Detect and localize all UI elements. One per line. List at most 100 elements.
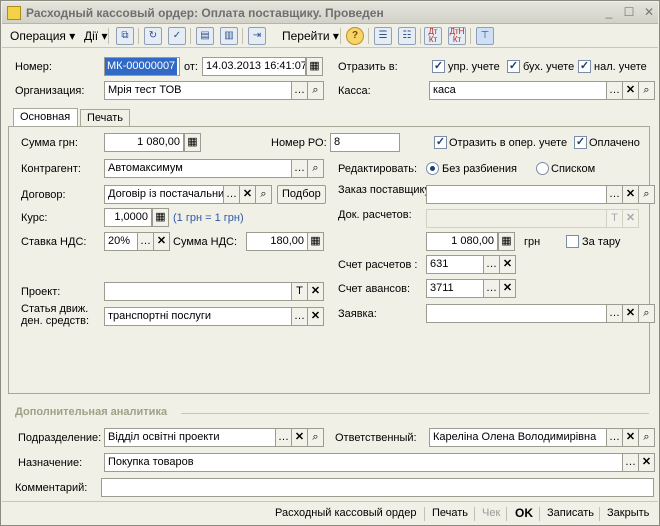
claim-clear-icon[interactable]: ✕: [622, 304, 639, 323]
advance-select-button[interactable]: …: [483, 279, 500, 298]
claim-field[interactable]: [426, 304, 607, 323]
sum-field[interactable]: 1 080,00: [104, 133, 184, 152]
navigate-icon[interactable]: ⇥: [248, 27, 266, 45]
doc-print-button[interactable]: Расходный кассовый ордер: [275, 507, 416, 519]
department-label: Подразделение:: [18, 432, 102, 444]
tab-main[interactable]: Основная: [13, 108, 78, 127]
ok-button[interactable]: OK: [515, 506, 533, 520]
claim-select-button[interactable]: …: [606, 304, 623, 323]
po-number-field[interactable]: 8: [330, 133, 400, 152]
contract-clear-icon[interactable]: ✕: [239, 185, 256, 204]
vat-calculator-icon[interactable]: ▦: [307, 232, 324, 251]
vat-sum-field[interactable]: 180,00: [246, 232, 308, 251]
org-open-icon[interactable]: ⌕: [307, 81, 324, 100]
copy-icon[interactable]: ⧉: [116, 27, 134, 45]
tab-print[interactable]: Печать: [80, 109, 130, 127]
claim-open-icon[interactable]: ⌕: [638, 304, 655, 323]
vat-rate-clear-icon[interactable]: ✕: [153, 232, 170, 251]
cashflow-label-2: ден. средств:: [21, 315, 90, 327]
number-field[interactable]: МК-00000007: [104, 57, 180, 76]
account-field[interactable]: 631: [426, 255, 484, 274]
upr-checkbox[interactable]: ✓: [432, 60, 445, 73]
dt-kt-icon[interactable]: Дт Кт: [424, 27, 442, 45]
buh-checkbox[interactable]: ✓: [507, 60, 520, 73]
responsible-select-button[interactable]: …: [606, 428, 623, 447]
project-field[interactable]: [104, 282, 292, 301]
department-clear-icon[interactable]: ✕: [291, 428, 308, 447]
advance-clear-icon[interactable]: ✕: [499, 279, 516, 298]
no-split-radio[interactable]: [426, 162, 439, 175]
advance-field[interactable]: 3711: [426, 279, 484, 298]
vat-rate-field[interactable]: 20%: [104, 232, 138, 251]
amount-calculator-icon[interactable]: ▦: [498, 232, 515, 251]
dtn-kt-icon[interactable]: ДтН Кт: [448, 27, 466, 45]
account-select-button[interactable]: …: [483, 255, 500, 274]
podbor-button[interactable]: Подбор: [277, 185, 326, 204]
refresh-icon[interactable]: ↻: [144, 27, 162, 45]
project-text-icon[interactable]: T: [291, 282, 308, 301]
date-field[interactable]: 14.03.2013 16:41:07: [202, 57, 306, 76]
order-clear-icon[interactable]: ✕: [622, 185, 639, 204]
print-button[interactable]: Печать: [432, 507, 468, 519]
structure-icon[interactable]: ▥: [220, 27, 238, 45]
cashflow-clear-icon[interactable]: ✕: [307, 307, 324, 326]
organization-field[interactable]: Мрія тест ТОВ: [104, 81, 292, 100]
paid-checkbox[interactable]: ✓: [574, 136, 587, 149]
cashflow-field[interactable]: транспортні послуги: [104, 307, 292, 326]
tree-structure-icon[interactable]: ⊤: [476, 27, 494, 45]
tara-checkbox[interactable]: [566, 235, 579, 248]
contract-open-icon[interactable]: ⌕: [255, 185, 272, 204]
kassa-open-icon[interactable]: ⌕: [638, 81, 655, 100]
responsible-field[interactable]: Кареліна Олена Володимирівна: [429, 428, 607, 447]
close-window-button[interactable]: ✕: [642, 6, 656, 20]
based-on-icon[interactable]: ▤: [196, 27, 214, 45]
kassa-clear-icon[interactable]: ✕: [622, 81, 639, 100]
contract-field[interactable]: Договір із постачальником: [104, 185, 224, 204]
org-select-button[interactable]: …: [291, 81, 308, 100]
purpose-field[interactable]: Покупка товаров: [104, 453, 623, 472]
vat-rate-select-button[interactable]: …: [137, 232, 154, 251]
contragent-open-icon[interactable]: ⌕: [307, 159, 324, 178]
list-icon[interactable]: ☰: [374, 27, 392, 45]
department-open-icon[interactable]: ⌕: [307, 428, 324, 447]
goto-menu[interactable]: Перейти ▾: [280, 26, 341, 46]
amount-field[interactable]: 1 080,00: [426, 232, 498, 251]
comment-field[interactable]: [101, 478, 654, 497]
purpose-select-button[interactable]: …: [622, 453, 639, 472]
help-icon[interactable]: ?: [346, 27, 364, 45]
operation-menu[interactable]: Операция ▾: [8, 26, 77, 46]
contract-select-button[interactable]: …: [223, 185, 240, 204]
nal-checkbox[interactable]: ✓: [578, 60, 591, 73]
minimize-button[interactable]: _: [602, 6, 616, 20]
calendar-icon[interactable]: ▦: [306, 57, 323, 76]
department-field[interactable]: Відділ освітні проекти: [104, 428, 276, 447]
kassa-field[interactable]: каса: [429, 81, 607, 100]
responsible-open-icon[interactable]: ⌕: [638, 428, 655, 447]
responsible-clear-icon[interactable]: ✕: [622, 428, 639, 447]
currency-label: грн: [524, 236, 541, 248]
maximize-button[interactable]: ☐: [622, 6, 636, 20]
contragent-select-button[interactable]: …: [291, 159, 308, 178]
post-icon[interactable]: ✓: [168, 27, 186, 45]
by-list-radio[interactable]: [536, 162, 549, 175]
project-clear-icon[interactable]: ✕: [307, 282, 324, 301]
kassa-select-button[interactable]: …: [606, 81, 623, 100]
oper-checkbox[interactable]: ✓: [434, 136, 447, 149]
calculator-icon[interactable]: ▦: [184, 133, 201, 152]
purpose-clear-icon[interactable]: ✕: [638, 453, 655, 472]
department-select-button[interactable]: …: [275, 428, 292, 447]
order-field[interactable]: [426, 185, 607, 204]
close-button[interactable]: Закрыть: [607, 507, 649, 519]
no-split-label: Без разбиения: [442, 163, 517, 175]
save-button[interactable]: Записать: [547, 507, 594, 519]
sum-label: Сумма грн:: [21, 137, 78, 149]
order-select-button[interactable]: …: [606, 185, 623, 204]
account-clear-icon[interactable]: ✕: [499, 255, 516, 274]
actions-menu[interactable]: Дії ▾: [82, 26, 109, 46]
order-open-icon[interactable]: ⌕: [638, 185, 655, 204]
checklist-icon[interactable]: ☷: [398, 27, 416, 45]
rate-field[interactable]: 1,0000: [104, 208, 152, 227]
rate-calculator-icon[interactable]: ▦: [152, 208, 169, 227]
cashflow-select-button[interactable]: …: [291, 307, 308, 326]
contragent-field[interactable]: Автомаксимум: [104, 159, 292, 178]
